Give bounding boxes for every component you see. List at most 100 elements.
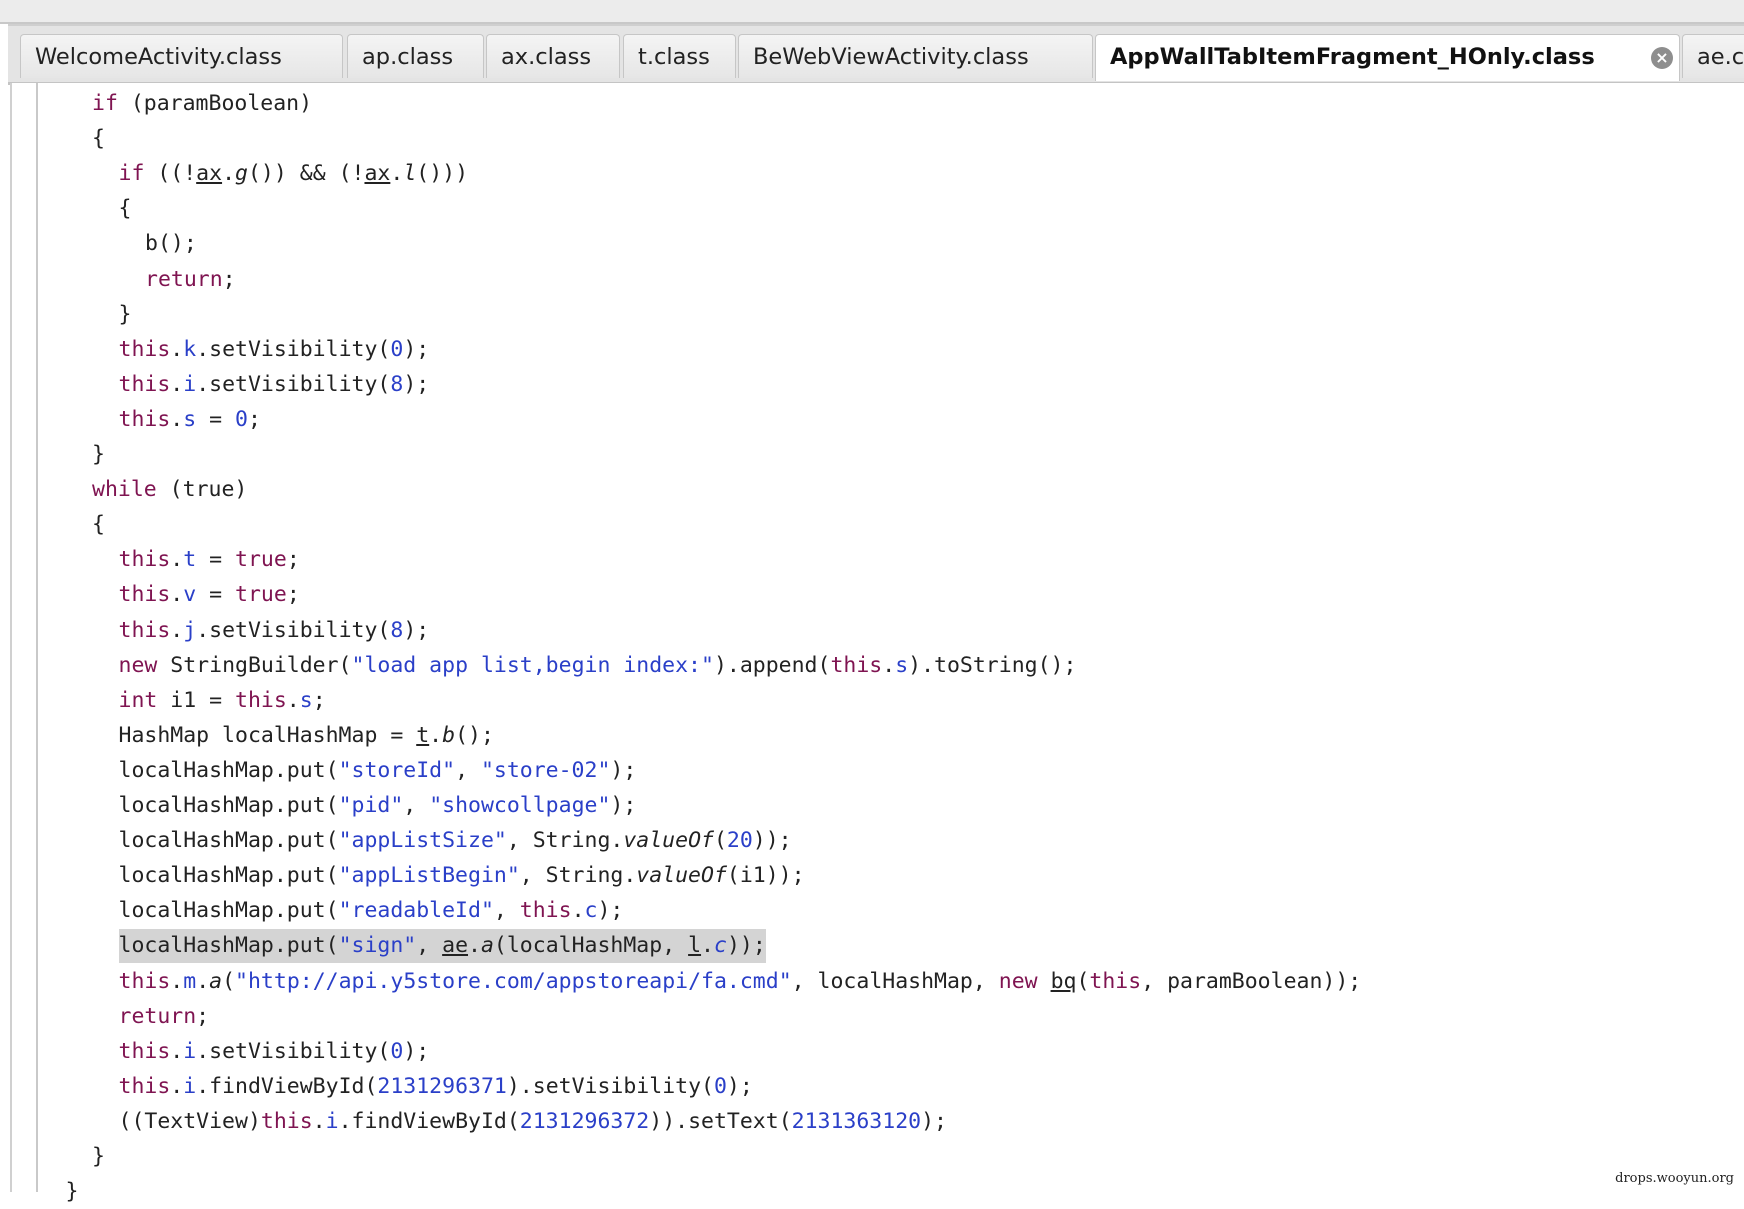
code-token: ; [312,687,326,713]
code-line: { [92,122,105,156]
code-token: { [92,126,105,152]
code-token: .setVisibility( [196,371,391,397]
code-token: ( [1076,968,1090,994]
tab-label: ax.class [501,44,592,70]
code-line: } [66,1175,79,1209]
code-token: this [118,336,171,362]
code-token: ae [442,933,469,959]
code-token: ; [196,1003,210,1029]
code-token: . [170,406,184,432]
tab-ap[interactable]: ap.class [347,34,484,78]
close-circle-icon[interactable]: × [1651,47,1673,69]
tab-ax[interactable]: ax.class [486,34,620,78]
code-token: s [895,652,909,678]
tab-t[interactable]: t.class [623,34,736,78]
code-token: v [183,582,197,608]
code-token: . [196,968,210,994]
code-token: (i1)); [726,863,805,889]
code-line: this.i.setVisibility(8); [119,368,430,402]
code-token: this [118,547,171,573]
tab-ae[interactable]: ae.class [1682,34,1744,78]
code-token: 2131296372 [519,1108,650,1134]
code-token: "http://api.y5store.com/appstoreapi/fa.c… [235,968,792,994]
code-token: ; [286,582,300,608]
code-token: .setVisibility( [196,617,391,643]
code-token: . [222,161,236,187]
code-token: "readableId" [338,898,494,924]
code-line: } [119,298,132,332]
code-token: t [183,547,197,573]
code-token: ); [403,1038,430,1064]
code-token: i [325,1108,339,1134]
code-token: . [170,582,184,608]
code-token: 0 [235,406,248,432]
code-token: c [714,933,727,959]
code-token: "appListSize" [338,828,507,854]
code-token: { [92,512,105,538]
code-token: a [480,933,494,959]
code-token: m [183,968,197,994]
tab-label: WelcomeActivity.class [35,44,282,70]
code-token: s [299,687,313,713]
code-line: return; [145,263,236,297]
code-line: localHashMap.put("appListSize", String.v… [119,824,792,858]
tab-label: BeWebViewActivity.class [753,44,1029,70]
code-token: ); [921,1108,947,1134]
code-token: "showcollpage" [429,793,611,818]
code-token: ())) [416,161,469,187]
code-token: . [170,1073,184,1099]
code-token: valueOf [636,863,727,889]
code-token: (paramBoolean) [117,91,313,116]
code-token: ; [222,266,236,292]
code-token: "pid" [338,793,404,818]
tab-bewebview-activity[interactable]: BeWebViewActivity.class [738,34,1093,78]
tab-label: ae.class [1697,44,1744,70]
code-token: true [235,547,287,573]
code-token: = [196,406,236,432]
code-token: b(); [145,231,197,257]
code-token: "load app list,begin index:" [351,652,714,678]
code-token: ); [403,371,430,397]
code-line: localHashMap.put("pid", "showcollpage"); [119,789,637,823]
code-line: this.t = true; [119,543,300,577]
code-token: .setVisibility( [196,1038,391,1064]
code-line: this.i.setVisibility(0); [119,1035,430,1069]
code-token: , String. [519,863,637,889]
code-token: ; [247,406,261,432]
tab-appwall-fragment[interactable]: AppWallTabItemFragment_HOnly.class × [1095,34,1680,81]
code-token: , paramBoolean)); [1141,968,1362,994]
code-token: localHashMap.put( [118,828,339,854]
code-line: while (true) [92,473,247,507]
code-token: localHashMap.put( [118,898,339,924]
code-token: if [118,161,145,187]
code-token: "storeId" [338,757,456,783]
code-token: ).append( [713,652,831,678]
code-line: localHashMap.put("storeId", "store-02"); [119,754,637,788]
code-line: this.m.a("http://api.y5store.com/appstor… [119,965,1362,999]
code-token: ); [610,757,637,783]
code-token: . [170,968,184,994]
code-token: true [235,582,287,608]
code-line: } [92,1140,105,1174]
code-token: this [235,687,287,713]
code-token: l [688,933,702,959]
code-token: ; [286,547,300,573]
code-token: . [390,161,404,187]
code-token: new [118,652,158,678]
code-token: this [118,1073,171,1099]
tab-welcome-activity[interactable]: WelcomeActivity.class [20,34,343,78]
code-line: this.k.setVisibility(0); [119,333,430,367]
code-token: this [118,406,171,432]
window-top-band [0,0,1744,24]
gutter-divider [36,83,38,1192]
code-token: "store-02" [480,757,611,783]
code-line: localHashMap.put("appListBegin", String.… [119,859,805,893]
code-token: ); [726,1073,753,1099]
code-token: , [403,793,430,818]
code-token: i [183,371,197,397]
code-line: } [92,438,105,472]
code-token: ((! [144,161,197,187]
code-token: ( [222,968,236,994]
code-line: this.i.findViewById(2131296371).setVisib… [119,1070,753,1104]
code-token: . [701,933,714,959]
